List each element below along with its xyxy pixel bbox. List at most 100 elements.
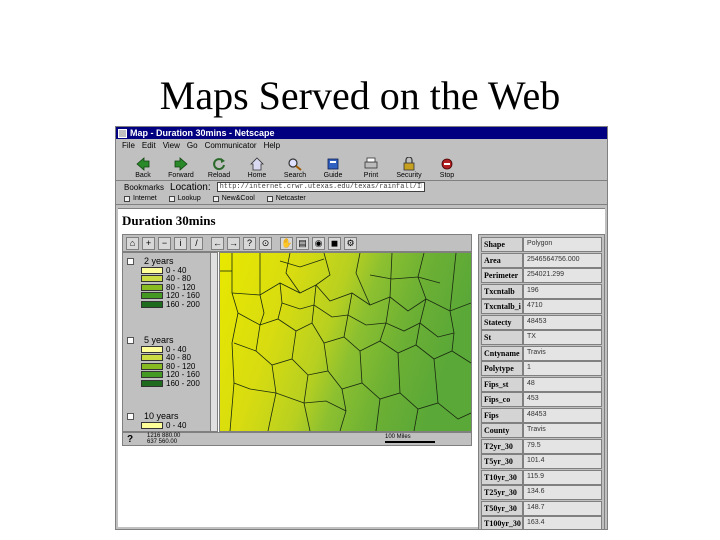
menu-edit[interactable]: Edit bbox=[142, 141, 156, 150]
menu-bar: File Edit View Go Communicator Help bbox=[116, 139, 607, 151]
legend-row: 160 - 200 bbox=[141, 300, 217, 309]
reload-button[interactable]: Reload bbox=[202, 152, 236, 180]
map-tool-layers[interactable]: ▤ bbox=[296, 236, 309, 250]
map-statusbar: ? 1216 880.00 637 560.00 100 Miles bbox=[122, 432, 472, 446]
guide-icon bbox=[327, 158, 339, 170]
legend-swatch bbox=[141, 345, 163, 353]
rainfall-map[interactable] bbox=[219, 252, 472, 432]
map-tool-full-extent[interactable]: ⌂ bbox=[126, 236, 139, 250]
legend-row: 0 - 40 bbox=[141, 266, 217, 275]
personal-newcool-link[interactable]: New&Cool bbox=[212, 195, 255, 202]
home-icon bbox=[250, 157, 264, 171]
menu-help[interactable]: Help bbox=[264, 141, 280, 150]
legend-group-5yr: 5 years 0 - 40 40 - 80 80 - 120 120 - 16… bbox=[127, 335, 217, 388]
map-tool-identify[interactable]: i bbox=[174, 236, 187, 250]
attribute-row: Fips 48453 bbox=[481, 407, 602, 423]
window-titlebar[interactable]: Map - Duration 30mins - Netscape bbox=[116, 127, 607, 139]
map-tool-find[interactable]: ⊙ bbox=[259, 236, 272, 250]
scale-label: 100 Miles bbox=[385, 434, 411, 440]
reload-icon bbox=[213, 158, 225, 171]
attribute-row: Fips_co 453 bbox=[481, 392, 602, 407]
security-button[interactable]: Security bbox=[392, 152, 426, 180]
attribute-row: Area 2546564756.000 bbox=[481, 252, 602, 268]
navigation-toolbar: Back Forward Reload Home Search Guide Pr… bbox=[116, 151, 607, 181]
attribute-row: Polytype 1 bbox=[481, 361, 602, 376]
attribute-row: Txcntalb_i 4710 bbox=[481, 299, 602, 314]
location-bar: Bookmarks Location: bbox=[116, 181, 607, 193]
legend-row: 0 - 40 bbox=[141, 345, 217, 354]
attribute-row: T100yr_30 163.4 bbox=[481, 516, 602, 529]
menu-file[interactable]: File bbox=[122, 141, 135, 150]
layer-checkbox[interactable] bbox=[127, 412, 134, 420]
personal-netcaster-link[interactable]: Netcaster bbox=[266, 195, 306, 202]
back-arrow-icon bbox=[136, 157, 150, 171]
legend-swatch bbox=[141, 362, 163, 370]
legend-group-10yr: 10 years 0 - 40 bbox=[127, 411, 217, 430]
map-tool-query[interactable]: ? bbox=[243, 236, 256, 250]
netscape-icon bbox=[118, 128, 127, 138]
legend-row: 40 - 80 bbox=[141, 353, 217, 362]
back-button[interactable]: Back bbox=[126, 152, 160, 180]
legend-row: 120 - 160 bbox=[141, 370, 217, 379]
print-button[interactable]: Print bbox=[354, 152, 388, 180]
guide-button[interactable]: Guide bbox=[316, 152, 350, 180]
home-button[interactable]: Home bbox=[240, 152, 274, 180]
menu-go[interactable]: Go bbox=[187, 141, 198, 150]
legend-swatch bbox=[141, 421, 163, 429]
location-input[interactable] bbox=[216, 182, 425, 192]
attribute-row: Cntyname Travis bbox=[481, 345, 602, 361]
layer-checkbox[interactable] bbox=[127, 336, 134, 344]
attribute-row: T10yr_30 115.9 bbox=[481, 469, 602, 485]
attribute-row: County Travis bbox=[481, 423, 602, 438]
map-tool-back[interactable]: ← bbox=[211, 236, 224, 250]
legend-swatch bbox=[141, 371, 163, 379]
coordinate-readout: 1216 880.00 637 560.00 bbox=[147, 433, 181, 445]
page-content: Duration 30mins ⌂ + − i / ← → ? ⊙ ✋ ▤ ◉ … bbox=[118, 208, 605, 529]
stop-icon bbox=[441, 158, 453, 170]
county-map[interactable] bbox=[220, 253, 471, 431]
map-tool-select[interactable]: ◼ bbox=[328, 236, 341, 250]
legend-row: 80 - 120 bbox=[141, 362, 217, 371]
window-title: Map - Duration 30mins - Netscape bbox=[130, 128, 275, 138]
menu-view[interactable]: View bbox=[163, 141, 180, 150]
help-button[interactable]: ? bbox=[127, 434, 133, 445]
layer-checkbox[interactable] bbox=[127, 257, 134, 265]
legend-row: 160 - 200 bbox=[141, 379, 217, 388]
map-tool-zoom-in[interactable]: + bbox=[142, 236, 155, 250]
attribute-row: Shape Polygon bbox=[481, 237, 602, 252]
map-tool-overview[interactable]: ◉ bbox=[312, 236, 325, 250]
map-tool-settings[interactable]: ⚙ bbox=[344, 236, 357, 250]
personal-lookup-link[interactable]: Lookup bbox=[168, 195, 201, 202]
legend-scrollbar[interactable] bbox=[210, 253, 217, 431]
legend-swatch bbox=[141, 379, 163, 387]
stop-button[interactable]: Stop bbox=[430, 152, 464, 180]
map-tool-pan[interactable]: ✋ bbox=[280, 236, 293, 250]
attribute-row: Fips_st 48 bbox=[481, 376, 602, 392]
legend-swatch bbox=[141, 292, 163, 300]
attribute-row: T25yr_30 134.6 bbox=[481, 485, 602, 500]
bookmarks-button[interactable]: Bookmarks bbox=[124, 183, 164, 192]
attribute-row: T50yr_30 148.7 bbox=[481, 500, 602, 516]
map-tool-forward[interactable]: → bbox=[227, 236, 240, 250]
legend-swatch bbox=[141, 354, 163, 362]
menu-communicator[interactable]: Communicator bbox=[205, 141, 257, 150]
page-heading: Duration 30mins bbox=[122, 213, 216, 228]
map-tool-zoom-out[interactable]: − bbox=[158, 236, 171, 250]
slide-title: Maps Served on the Web bbox=[159, 73, 561, 118]
legend-row: 40 - 80 bbox=[141, 274, 217, 283]
scale-bar bbox=[385, 441, 435, 443]
page-icon bbox=[124, 195, 130, 202]
map-legend: 2 years 0 - 40 40 - 80 80 - 120 120 - 16… bbox=[122, 252, 218, 432]
legend-swatch bbox=[141, 275, 163, 283]
personal-toolbar: Internet Lookup New&Cool Netcaster bbox=[116, 193, 607, 205]
search-icon bbox=[288, 158, 302, 171]
personal-internet-link[interactable]: Internet bbox=[124, 195, 157, 202]
attribute-panel: Shape Polygon Area 2546564756.000 Perimete… bbox=[478, 234, 605, 529]
search-button[interactable]: Search bbox=[278, 152, 312, 180]
map-toolbar: ⌂ + − i / ← → ? ⊙ ✋ ▤ ◉ ◼ ⚙ bbox=[122, 234, 472, 252]
forward-button[interactable]: Forward bbox=[164, 152, 198, 180]
map-tool-hyperlink[interactable]: / bbox=[190, 236, 203, 250]
page-icon bbox=[168, 195, 175, 202]
page-icon bbox=[266, 195, 273, 202]
attribute-row: T5yr_30 101.4 bbox=[481, 454, 602, 469]
